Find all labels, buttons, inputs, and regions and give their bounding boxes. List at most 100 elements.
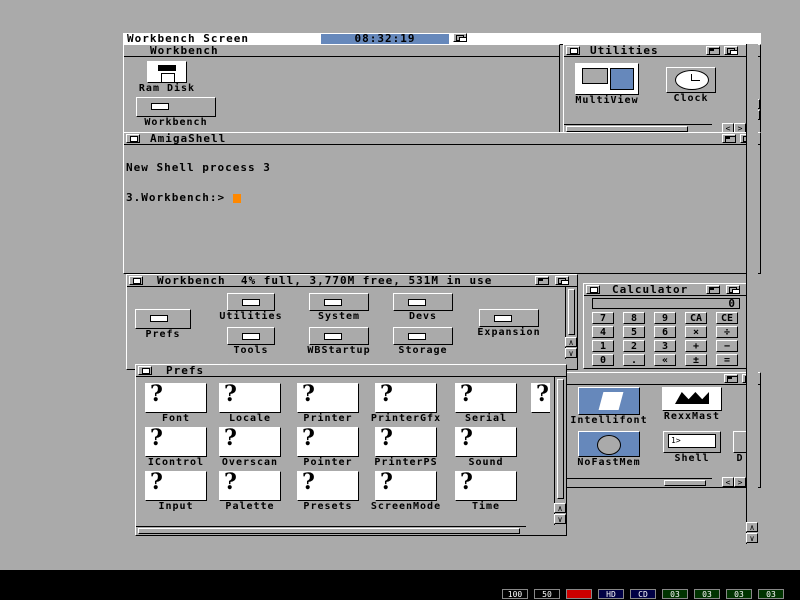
prefs-scroll-up[interactable]: ∧ (554, 503, 566, 513)
calculator-zoom-gadget[interactable] (706, 285, 720, 294)
calc-key[interactable]: 0 (592, 354, 614, 366)
prefs-icon-serial[interactable]: ? Serial (448, 381, 524, 424)
tools-drawer-hscroll[interactable] (564, 478, 712, 487)
workbench-drawer-zoom-gadget[interactable] (535, 276, 549, 285)
calc-key[interactable]: − (716, 340, 738, 352)
utilities-titlebar[interactable]: Utilities (564, 45, 760, 57)
prefs-icon-time[interactable]: ? Time (448, 469, 524, 512)
amigashell-window[interactable]: AmigaShell New Shell process 3 3.Workben… (123, 132, 761, 274)
prefs-icon-printer[interactable]: ? Printer (290, 381, 366, 424)
calc-key[interactable]: 4 (592, 326, 614, 338)
workbench-root-window[interactable]: Workbench Ram Disk Workbench (123, 44, 560, 134)
workbench-drive-icon[interactable]: Workbench (134, 97, 218, 128)
workbench-drawer-depth-gadget[interactable] (555, 276, 569, 285)
prefs-icon-printerps[interactable]: ? PrinterPS (368, 425, 444, 468)
screen-scroll-up[interactable]: ∧ (746, 522, 758, 532)
shell-icon[interactable]: 1> Shell (660, 431, 724, 464)
prefs-hscroll[interactable] (136, 526, 526, 535)
prefs-scroll-down[interactable]: ∨ (554, 514, 566, 524)
calculator-window[interactable]: Calculator 0 7 8 9 CA CE 4 5 6 × ÷ 1 2 3 + − 0. « ± = (583, 283, 751, 369)
calc-key[interactable]: 5 (623, 326, 645, 338)
prefs-icon-locale[interactable]: ? Locale (212, 381, 288, 424)
workbench-drawer-close-gadget[interactable] (129, 276, 143, 285)
prefs-icon-presets[interactable]: ? Presets (290, 469, 366, 512)
calc-key[interactable]: CA (685, 312, 707, 324)
utilities-depth-gadget[interactable] (724, 46, 738, 55)
calc-key[interactable]: 2 (623, 340, 645, 352)
prefs-icon-label: IControl (147, 457, 205, 468)
prefs-icon-sound[interactable]: ? Sound (448, 425, 524, 468)
prefs-window[interactable]: Prefs ? Font? Locale? Printer? PrinterGfx? Se… (135, 364, 567, 536)
utilities-close-gadget[interactable] (566, 46, 580, 55)
prefs-drawer-icon[interactable]: Prefs (131, 309, 195, 340)
amigashell-close-gadget[interactable] (126, 134, 140, 143)
tools-drawer-titlebar[interactable] (564, 373, 760, 385)
ram-disk-icon[interactable]: Ram Disk (132, 61, 202, 94)
calc-key[interactable]: 3 (654, 340, 676, 352)
calc-key[interactable]: ÷ (716, 326, 738, 338)
calc-key[interactable]: ± (685, 354, 707, 366)
prefs-hscroll-knob[interactable] (138, 528, 520, 534)
prefs-close-gadget[interactable] (138, 366, 152, 375)
system-drawer-icon[interactable]: System (303, 293, 375, 322)
multiview-icon[interactable]: MultiView (572, 63, 642, 106)
expansion-drawer-icon[interactable]: Expansion (471, 309, 547, 338)
calc-key[interactable]: + (685, 340, 707, 352)
utilities-window[interactable]: Utilities MultiView Clock ∧ ∨ < > (563, 44, 761, 134)
calc-key[interactable]: « (654, 354, 676, 366)
calc-key[interactable]: . (623, 354, 645, 366)
calc-key[interactable]: 1 (592, 340, 614, 352)
calculator-titlebar[interactable]: Calculator (584, 284, 750, 296)
tools-drawer-icon[interactable]: Tools (215, 327, 287, 356)
intellifont-label: Intellifont (570, 415, 648, 426)
calculator-depth-gadget[interactable] (726, 285, 740, 294)
prefs-icon-overscan[interactable]: ? Overscan (212, 425, 288, 468)
tools-drawer-hscroll-knob[interactable] (664, 480, 706, 486)
prefs-icon-pointer[interactable]: ? Pointer (290, 425, 366, 468)
tools-drawer-zoom-gadget[interactable] (724, 374, 738, 383)
wbstartup-drawer-icon[interactable]: WBStartup (297, 327, 381, 356)
prefs-icon-palette[interactable]: ? Palette (212, 469, 288, 512)
prefs-icon-printergfx[interactable]: ? PrinterGfx (368, 381, 444, 424)
workbench-drawer-vscroll-knob[interactable] (568, 289, 575, 335)
calculator-close-gadget[interactable] (586, 285, 600, 294)
nofastmem-label: NoFastMem (577, 457, 641, 468)
screen-depth-gadget[interactable] (453, 33, 467, 42)
clock-label: Clock (673, 93, 709, 104)
calc-key[interactable]: 8 (623, 312, 645, 324)
tools-drawer-scroll-right[interactable]: > (734, 477, 746, 487)
prefs-icon-screenmode[interactable]: ? ScreenMode (368, 469, 444, 512)
prefs-icon-font[interactable]: ? Font (138, 381, 214, 424)
utilities-zoom-gadget[interactable] (706, 46, 720, 55)
prefs-icon-image: ? (455, 381, 517, 413)
amigashell-zoom-gadget[interactable] (722, 134, 736, 143)
storage-drawer-icon[interactable]: Storage (387, 327, 459, 356)
calc-key[interactable]: × (685, 326, 707, 338)
screen-right-scroll[interactable] (746, 44, 758, 544)
screen-scroll-down[interactable]: ∨ (746, 533, 758, 543)
calc-key[interactable]: 7 (592, 312, 614, 324)
calc-key[interactable]: = (716, 354, 738, 366)
nofastmem-icon[interactable]: NoFastMem (566, 431, 652, 468)
prefs-icon-icontrol[interactable]: ? IControl (138, 425, 214, 468)
intellifont-icon[interactable]: Intellifont (566, 387, 652, 426)
workbench-root-titlebar[interactable]: Workbench (124, 45, 559, 57)
prefs-icon-wb[interactable]: ? WB (524, 381, 550, 424)
workbench-drawer-scroll-up[interactable]: ∧ (565, 337, 577, 347)
prefs-vscroll-knob[interactable] (557, 379, 564, 499)
calc-key[interactable]: 6 (654, 326, 676, 338)
calc-key[interactable]: 9 (654, 312, 676, 324)
workbench-drawer-scroll-down[interactable]: ∨ (565, 348, 577, 358)
tools-drawer-window[interactable]: Intellifont RexxMast NoFastMem 1> Shell … (563, 372, 761, 488)
calc-key[interactable]: CE (716, 312, 738, 324)
prefs-titlebar[interactable]: Prefs (136, 365, 566, 377)
shell-output[interactable]: New Shell process 3 3.Workbench:> (126, 143, 271, 223)
devs-drawer-icon[interactable]: Devs (387, 293, 459, 322)
clock-icon[interactable]: Clock (656, 67, 726, 104)
tools-drawer-scroll-left[interactable]: < (722, 477, 734, 487)
utilities-drawer-icon[interactable]: Utilities (215, 293, 287, 322)
prefs-icon-input[interactable]: ? Input (138, 469, 214, 512)
workbench-drawer-titlebar[interactable]: Workbench 4% full, 3,770M free, 531M in … (127, 275, 577, 287)
rexxmast-icon[interactable]: RexxMast (658, 387, 726, 422)
workbench-drawer-window[interactable]: Workbench 4% full, 3,770M free, 531M in … (126, 274, 578, 370)
